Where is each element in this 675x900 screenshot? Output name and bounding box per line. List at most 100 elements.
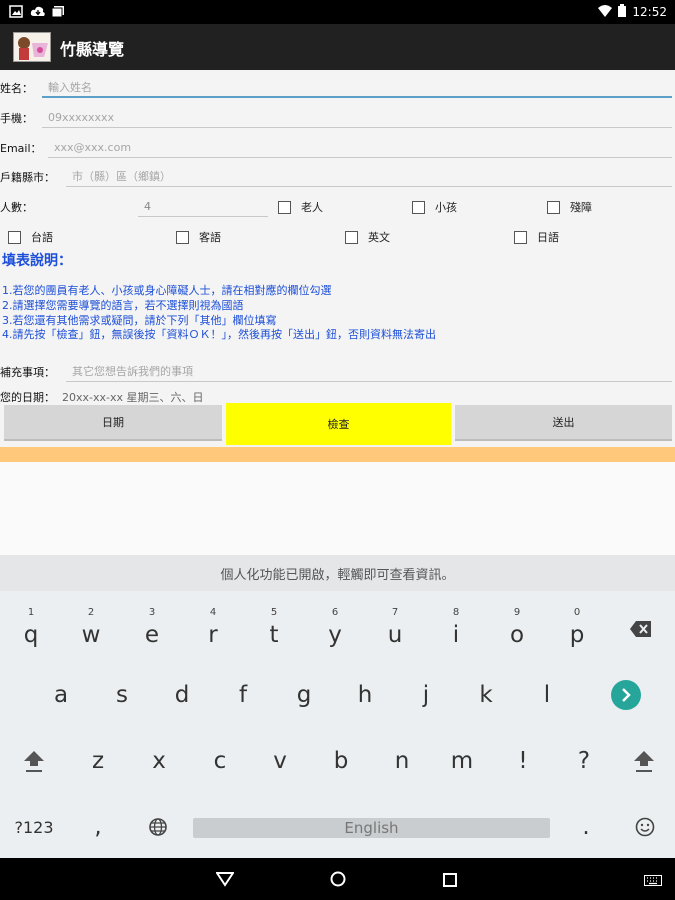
key-p[interactable]: 0p xyxy=(547,599,607,659)
enter-key[interactable] xyxy=(596,665,656,725)
key-a[interactable]: a xyxy=(31,665,91,725)
email-field[interactable] xyxy=(48,136,672,158)
comma-key[interactable]: , xyxy=(68,797,128,857)
key-hint: 0 xyxy=(573,607,581,618)
key-e[interactable]: 3e xyxy=(122,599,182,659)
home-icon[interactable] xyxy=(330,871,346,891)
key-c[interactable]: c xyxy=(190,731,250,791)
key-d[interactable]: d xyxy=(152,665,212,725)
name-input[interactable] xyxy=(42,77,672,98)
name-field[interactable] xyxy=(42,76,672,98)
key-w[interactable]: 2w xyxy=(61,599,121,659)
key-t[interactable]: 5t xyxy=(244,599,304,659)
key-u[interactable]: 7u xyxy=(365,599,425,659)
checkbox-english[interactable]: 英文 xyxy=(345,229,390,245)
shift-key-right[interactable] xyxy=(614,731,674,791)
soft-keyboard: 個人化功能已開啟，輕觸即可查看資訊。 1q 2w 3e 4r 5t 6y 7u … xyxy=(0,555,675,858)
key-char: o xyxy=(509,622,525,648)
checkbox-label: 日語 xyxy=(537,231,559,244)
key-h[interactable]: h xyxy=(335,665,395,725)
key-hint: 8 xyxy=(452,607,460,618)
checkbox-box[interactable] xyxy=(278,200,291,214)
globe-icon xyxy=(149,818,167,836)
city-field[interactable] xyxy=(66,165,672,187)
key-l[interactable]: l xyxy=(517,665,577,725)
checkbox-box[interactable] xyxy=(345,230,358,244)
next-arrow-icon xyxy=(611,680,641,710)
key-hint: 6 xyxy=(331,607,339,618)
cloud-download-icon xyxy=(30,5,45,18)
key-f[interactable]: f xyxy=(213,665,273,725)
checkbox-box[interactable] xyxy=(547,200,560,214)
email-input[interactable] xyxy=(48,137,672,158)
key-hint: 5 xyxy=(270,607,278,618)
key-j[interactable]: j xyxy=(396,665,456,725)
count-input[interactable] xyxy=(138,196,268,217)
date-value: 20xx-xx-xx 星期三、六、日 xyxy=(62,391,204,404)
key-v[interactable]: v xyxy=(250,731,310,791)
key-s[interactable]: s xyxy=(92,665,152,725)
key-r[interactable]: 4r xyxy=(183,599,243,659)
suggestion-strip[interactable]: 個人化功能已開啟，輕觸即可查看資訊。 xyxy=(0,555,675,591)
date-button[interactable]: 日期 xyxy=(4,405,222,441)
key-hint: 4 xyxy=(209,607,217,618)
symbols-key[interactable]: ?123 xyxy=(4,797,64,857)
shift-icon xyxy=(24,751,44,772)
key-exclamation[interactable]: ! xyxy=(493,731,553,791)
checkbox-taiwanese[interactable]: 台語 xyxy=(8,229,53,245)
checkbox-japanese[interactable]: 日語 xyxy=(514,229,559,245)
phone-field[interactable] xyxy=(42,106,672,128)
phone-input[interactable] xyxy=(42,107,672,128)
key-m[interactable]: m xyxy=(432,731,492,791)
period-key[interactable]: . xyxy=(556,797,616,857)
keyboard-switch-icon[interactable] xyxy=(644,873,662,892)
language-key[interactable] xyxy=(128,797,188,857)
count-field[interactable] xyxy=(138,195,268,217)
checkbox-disabled[interactable]: 殘障 xyxy=(547,199,592,215)
key-x[interactable]: x xyxy=(129,731,189,791)
checkbox-box[interactable] xyxy=(176,230,189,244)
checkbox-box[interactable] xyxy=(8,230,21,244)
key-char: p xyxy=(569,622,585,648)
checkbox-box[interactable] xyxy=(514,230,527,244)
key-i[interactable]: 8i xyxy=(426,599,486,659)
key-g[interactable]: g xyxy=(274,665,334,725)
key-k[interactable]: k xyxy=(456,665,516,725)
emoji-key[interactable] xyxy=(615,797,675,857)
app-logo xyxy=(13,32,51,62)
key-q[interactable]: 1q xyxy=(1,599,61,659)
count-label: 人數： xyxy=(0,201,33,214)
instruction-line: 1.若您的團員有老人、小孩或身心障礙人士，請在相對應的欄位勾選 xyxy=(2,284,332,297)
key-char: t xyxy=(269,622,279,648)
checkbox-box[interactable] xyxy=(412,200,425,214)
key-char: e xyxy=(144,622,160,648)
city-input[interactable] xyxy=(66,166,672,187)
shift-key-left[interactable] xyxy=(4,731,64,791)
back-icon[interactable] xyxy=(215,871,235,891)
tour-form: 姓名： 手機： Email： 戶籍縣市： 人數： 老人 小孩 殘障 台語 客語 … xyxy=(0,70,675,450)
key-y[interactable]: 6y xyxy=(305,599,365,659)
key-question[interactable]: ? xyxy=(554,731,614,791)
checkbox-hakka[interactable]: 客語 xyxy=(176,229,221,245)
backspace-key[interactable] xyxy=(611,599,671,659)
notes-input[interactable] xyxy=(66,361,672,382)
checkbox-label: 客語 xyxy=(199,231,221,244)
send-button[interactable]: 送出 xyxy=(455,405,672,441)
instructions-title: 填表說明： xyxy=(2,253,72,269)
checkbox-children[interactable]: 小孩 xyxy=(412,199,457,215)
notes-field[interactable] xyxy=(66,360,672,382)
app-title: 竹縣導覽 xyxy=(60,40,125,59)
key-b[interactable]: b xyxy=(311,731,371,791)
key-z[interactable]: z xyxy=(68,731,128,791)
space-bar[interactable]: English xyxy=(193,818,550,838)
recents-icon[interactable] xyxy=(443,872,457,891)
checkbox-elderly[interactable]: 老人 xyxy=(278,199,323,215)
key-hint: 2 xyxy=(87,607,95,618)
key-hint: 3 xyxy=(148,607,156,618)
instruction-line: 4.請先按「檢查」鈕，無誤後按「資料ＯＫ！」，然後再按「送出」鈕，否則資料無法寄… xyxy=(2,328,436,341)
check-button[interactable]: 檢查 xyxy=(226,403,451,445)
key-o[interactable]: 9o xyxy=(487,599,547,659)
key-n[interactable]: n xyxy=(372,731,432,791)
key-char: u xyxy=(387,622,403,648)
battery-icon xyxy=(618,4,627,20)
